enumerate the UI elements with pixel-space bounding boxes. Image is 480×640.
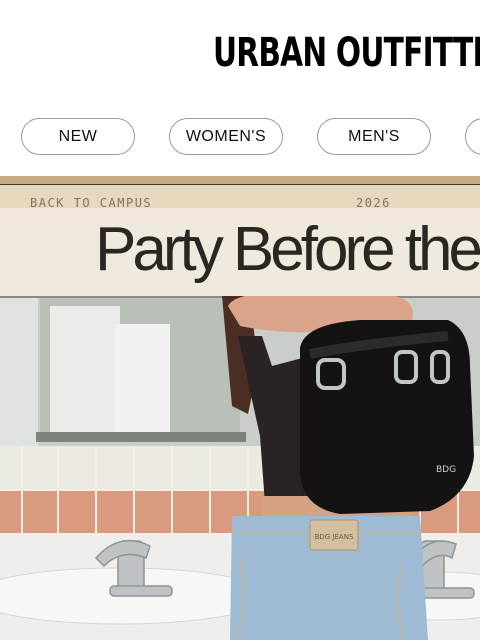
category-nav: NEW WOMEN'S MEN'S [0, 118, 480, 156]
top-stripe [0, 176, 480, 184]
hero-photo: BDG JEANS BDG [0, 296, 480, 640]
site-header: URBAN OUTFITTERS NEW WOMEN'S MEN'S [0, 0, 480, 176]
nav-next-button[interactable] [465, 118, 480, 155]
hero-banner[interactable]: BACK TO CAMPUS 2026 Party Before the BDG… [0, 176, 480, 640]
mirror-frame [36, 432, 246, 442]
nav-new-button[interactable]: NEW [21, 118, 135, 155]
nav-mens-button[interactable]: MEN'S [317, 118, 431, 155]
nav-womens-button[interactable]: WOMEN'S [169, 118, 283, 155]
wall-panel-left [0, 296, 38, 446]
bag-brand-label: BDG [436, 465, 456, 475]
top-rule [0, 184, 480, 185]
hero-headline[interactable]: Party Before the [95, 214, 480, 285]
brand-logo[interactable]: URBAN OUTFITTERS [213, 30, 480, 76]
reflected-door-left [50, 306, 120, 436]
reflected-door-right [115, 324, 170, 434]
jeans-patch-label: BDG JEANS [315, 533, 354, 541]
